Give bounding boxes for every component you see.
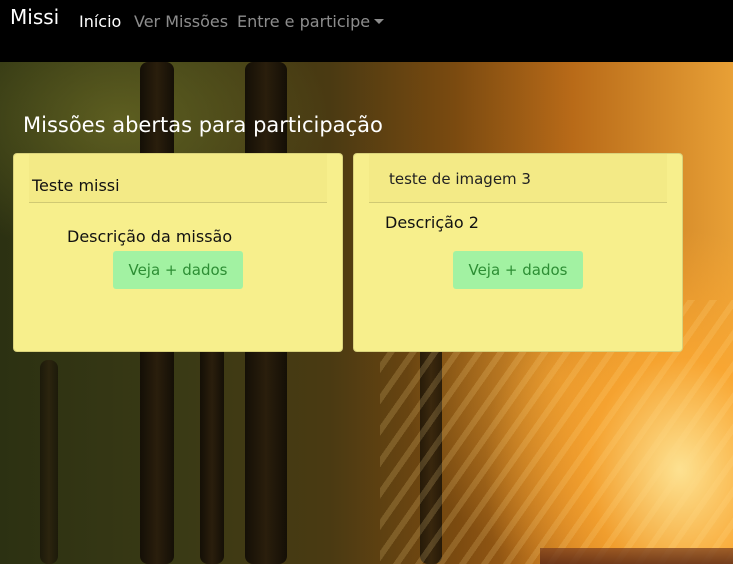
card-header: teste de imagem 3 bbox=[369, 154, 667, 203]
nav-dropdown-entre-participe[interactable]: Entre e participe bbox=[237, 12, 385, 31]
nav-link-ver-missoes[interactable]: Ver Missões bbox=[134, 12, 228, 31]
nav-dropdown-label: Entre e participe bbox=[237, 12, 371, 31]
forest-road bbox=[540, 548, 733, 564]
top-navbar: Missi Início Ver Missões Entre e partici… bbox=[0, 0, 733, 62]
mission-card: Teste missi Descrição da missão Veja + d… bbox=[13, 153, 343, 352]
page-title: Missões abertas para participação bbox=[23, 113, 383, 137]
card-description: Descrição da missão bbox=[67, 227, 233, 246]
tree-trunk bbox=[200, 330, 224, 564]
mission-card: teste de imagem 3 Descrição 2 Veja + dad… bbox=[353, 153, 683, 352]
card-description: Descrição 2 bbox=[385, 213, 479, 232]
card-title: Teste missi bbox=[32, 176, 120, 195]
caret-down-icon bbox=[374, 19, 385, 24]
details-button[interactable]: Veja + dados bbox=[113, 251, 243, 289]
tree-trunk bbox=[40, 360, 58, 564]
card-title: teste de imagem 3 bbox=[389, 170, 531, 188]
details-button[interactable]: Veja + dados bbox=[453, 251, 583, 289]
nav-link-inicio[interactable]: Início bbox=[79, 12, 121, 31]
navbar-brand[interactable]: Missi bbox=[10, 5, 59, 29]
card-header: Teste missi bbox=[29, 154, 327, 203]
